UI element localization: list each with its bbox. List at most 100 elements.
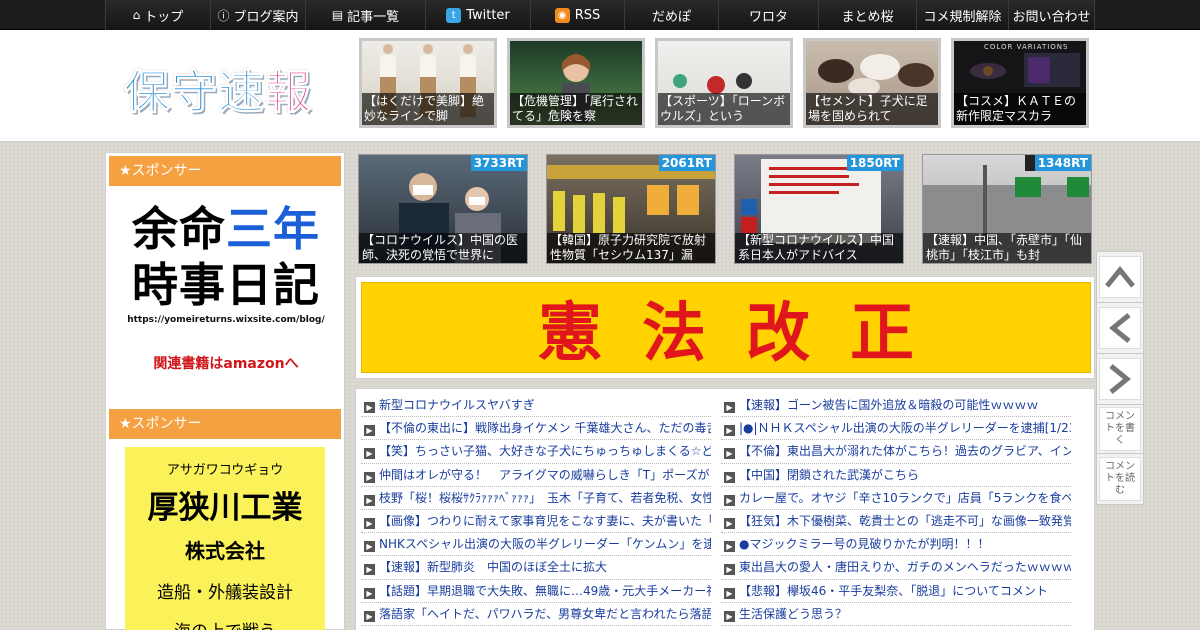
header-thumb-5[interactable]: COLOR VARIATIONS 【コスメ】ＫＡＴＥの新作限定マスカラ [951, 38, 1089, 128]
nav-item-4[interactable]: ◉ RSS [530, 0, 624, 30]
bullet-arrow-icon: ▶ [724, 564, 735, 576]
header-thumb-3[interactable]: 【スポーツ】「ローンボウルズ」という [655, 38, 793, 128]
header-thumb-1[interactable]: 【はくだけで美脚】絶妙なラインで脚 [359, 38, 497, 128]
thumb-caption: 【はくだけで美脚】絶妙なラインで脚 [362, 93, 494, 125]
headline-link[interactable]: ▶ 新型コロナウイルスヤバすぎ [361, 394, 711, 418]
ranking-caption: 【速報】中国、「赤壁市」「仙桃市」「枝江市」も封 [923, 233, 1091, 263]
headline-text: 【悲報】欅坂46・平手友梨奈、「脱退」についてコメント [739, 583, 1048, 598]
nav-item-3[interactable]: t Twitter [425, 0, 530, 30]
ad-tagline: 海の上で戦う [125, 617, 325, 630]
headline-text: NHKスペシャル出演の大阪の半グレリーダー「ケンムン」を逮 [379, 537, 711, 552]
headline-text: 【速報】新型肺炎 中国のほぼ全土に拡大 [379, 560, 608, 575]
headline-text: 落語家「ヘイトだ、パワハラだ、男尊女卑だと言われたら落語 [379, 606, 711, 621]
constitution-banner[interactable]: 憲法改正 [361, 282, 1091, 373]
prev-article-button[interactable] [1096, 302, 1144, 354]
write-comment-label: コメントを書く [1099, 407, 1141, 451]
bullet-arrow-icon: ▶ [364, 471, 375, 483]
read-comment-button[interactable]: コメントを読む [1096, 453, 1144, 505]
nav-item-0[interactable]: ⌂ トップ [105, 0, 210, 30]
ranking-card-1[interactable]: 3733RT 【コロナウイルス】中国の医師、決死の覚悟で世界に [358, 154, 528, 264]
header-thumb-4[interactable]: 【セメント】子犬に足場を固められて [803, 38, 941, 128]
write-comment-button[interactable]: コメントを書く [1096, 404, 1144, 454]
logo-char: 保 [124, 65, 171, 120]
next-article-button[interactable] [1096, 353, 1144, 405]
ad-kana: アサガワコウギョウ [166, 463, 284, 478]
nav-item-5[interactable]: だめぽ [624, 0, 718, 30]
headline-text: 新型コロナウイルスヤバすぎ [379, 398, 535, 412]
bullet-arrow-icon: ▶ [364, 425, 375, 437]
rt-count-badge: 1348RT [1034, 155, 1091, 171]
nav-label: お問い合わせ [1012, 9, 1091, 25]
thumb-caption: 【危機管理】「尾行されてる」危険を察 [510, 93, 642, 125]
headline-link[interactable]: ▶ 【悲報】欅坂46・平手友梨奈、「脱退」についてコメント [721, 580, 1071, 603]
bullet-arrow-icon: ▶ [364, 541, 375, 553]
header-thumb-2[interactable]: 【危機管理】「尾行されてる」危険を察 [507, 38, 645, 128]
bullet-arrow-icon: ▶ [724, 610, 735, 622]
logo-char: 守 [171, 65, 218, 120]
bullet-arrow-icon: ▶ [364, 402, 375, 413]
rt-count-badge: 1850RT [846, 155, 903, 171]
headline-text: 東出昌大の愛人・唐田えりか、ガチのメンヘラだったｗｗｗｗ [739, 560, 1071, 575]
headline-link[interactable]: ▶ 【速報】新型肺炎 中国のほぼ全土に拡大 [361, 556, 711, 580]
sidebar: ★スポンサー 余命三年 時事日記 https://yomeireturns.wi… [105, 152, 345, 630]
bullet-arrow-icon: ▶ [364, 564, 375, 576]
ranking-card-2[interactable]: 2061RT 【韓国】原子力研究院で放射性物質「セシウム137」漏 [546, 154, 716, 264]
nav-item-2[interactable]: ▤ 記事一覧 [305, 0, 425, 30]
nav-label: ワロタ [748, 9, 788, 25]
scroll-top-button[interactable] [1096, 251, 1144, 303]
headline-link[interactable]: ▶ ●マジックミラー号の見破りかたが判明！！！ [721, 533, 1071, 557]
ad-url: https://yomeireturns.wixsite.com/blog/ [127, 315, 325, 325]
headline-link[interactable]: ▶ 【画像】つわりに耐えて家事育児をこなす妻に、夫が書いた「 [361, 510, 711, 534]
nav-label: 記事一覧 [347, 9, 400, 25]
headline-text: 【不倫の東出に】戦隊出身イケメン 千葉雄大さん、ただの毒舌 [379, 421, 711, 436]
headline-link[interactable]: ▶ 【不倫の東出に】戦隊出身イケメン 千葉雄大さん、ただの毒舌 [361, 417, 711, 441]
headline-text: カレー屋で。オヤジ「辛さ10ランクで」店員「5ランクを食べ [739, 490, 1071, 505]
ad-title-line1: 余命三年 [132, 202, 320, 256]
headline-link[interactable]: ▶ 生活保護どう思う？ [721, 603, 1071, 626]
bullet-arrow-icon: ▶ [724, 471, 735, 483]
headline-column-left: ▶ 新型コロナウイルスヤバすぎ ▶ 【不倫の東出に】戦隊出身イケメン 千葉雄大さん、た… [361, 394, 711, 626]
ad-amazon-link[interactable]: 関連書籍はamazonへ [126, 353, 326, 373]
nav-item-7[interactable]: まとめ桜 [818, 0, 916, 30]
headline-link[interactable]: ▶ 落語家「ヘイトだ、パワハラだ、男尊女卑だと言われたら落語 [361, 603, 711, 626]
headline-link[interactable]: ▶ 【速報】ゴーン被告に国外追放＆暗殺の可能性ｗｗｗｗ [721, 394, 1071, 418]
nav-item-8[interactable]: コメ規制解除 [916, 0, 1008, 30]
sponsor-ad-yomei[interactable]: 余命三年 時事日記 https://yomeireturns.wixsite.c… [126, 201, 326, 381]
headline-link[interactable]: ▶ カレー屋で。オヤジ「辛さ10ランクで」店員「5ランクを食べ [721, 487, 1071, 510]
nav-item-6[interactable]: ワロタ [718, 0, 818, 30]
headline-text: 【画像】つわりに耐えて家事育児をこなす妻に、夫が書いた「 [379, 513, 711, 528]
headline-link[interactable]: ▶ 【狂気】木下優樹菜、乾貴士との「逃走不可」な画像一致発覚 [721, 510, 1071, 534]
headline-link[interactable]: ▶ 【不倫】東出昌大が溺れた体がこちら！過去のグラビア、イン [721, 440, 1071, 464]
nav-item-1[interactable]: ⓘ ブログ案内 [210, 0, 305, 30]
ranking-caption: 【コロナウイルス】中国の医師、決死の覚悟で世界に [359, 233, 527, 263]
headline-text: 【笑】ちっさい子猫、大好きな子犬にちゅっちゅしまくる☆ど [379, 444, 711, 459]
nav-item-9[interactable]: お問い合わせ [1008, 0, 1095, 30]
headline-link[interactable]: ▶ 【中国】閉鎖された武漢がこちら [721, 464, 1071, 487]
logo-char: 速 [218, 65, 265, 120]
nav-menu: ⌂ トップ ⓘ ブログ案内 ▤ 記事一覧 t Twitter ◉ RSS だめぽ ワロタ まとめ桜 コメ規… [105, 0, 1095, 30]
headline-text: 枝野「桜！桜桜ｻｸﾗｧｧｧﾍﾞｧｧｧ」 玉木「子育て、若者免税、女性 [379, 490, 711, 505]
headline-text: 生活保護どう思う？ [739, 606, 848, 621]
headline-link[interactable]: ▶ NHKスペシャル出演の大阪の半グレリーダー「ケンムン」を逮 [361, 533, 711, 557]
nav-label: ブログ案内 [233, 9, 299, 25]
headline-link[interactable]: ▶ 【話題】早期退職で大失敗、無職に…49歳・元大手メーカー社 [361, 580, 711, 603]
headline-link[interactable]: ▶ 仲間はオレが守る！ アライグマの威嚇らしき「T」ポーズが [361, 464, 711, 487]
headline-link[interactable]: ▶ |●|ＮＨＫスペシャル出演の大阪の半グレリーダーを逮捕[1/23] [721, 417, 1071, 441]
headline-link[interactable]: ▶ 【笑】ちっさい子猫、大好きな子犬にちゅっちゅしまくる☆ど [361, 440, 711, 464]
sponsor-ad-asagawa[interactable]: アサガワコウギョウ 厚狭川工業 株式会社 造船・外艤装設計 海の上で戦う [125, 447, 325, 630]
site-logo[interactable]: 保守速報 [124, 56, 312, 122]
logo-char: 報 [265, 65, 312, 120]
bullet-arrow-icon: ▶ [724, 448, 735, 460]
ad-business: 造船・外艤装設計 [157, 583, 293, 603]
headline-link[interactable]: ▶ 枝野「桜！桜桜ｻｸﾗｧｧｧﾍﾞｧｧｧ」 玉木「子育て、若者免税、女性 [361, 487, 711, 510]
ranking-card-4[interactable]: 1348RT 【速報】中国、「赤壁市」「仙桃市」「枝江市」も封 [922, 154, 1092, 264]
twitter-icon: t [446, 7, 462, 23]
ranking-card-3[interactable]: 1850RT 【新型コロナウイルス】中国系日本人がアドバイス [734, 154, 904, 264]
bullet-arrow-icon: ▶ [364, 517, 375, 529]
nav-label: Twitter [466, 7, 510, 23]
bullet-arrow-icon: ▶ [724, 494, 735, 506]
rt-count-badge: 3733RT [470, 155, 527, 171]
headline-link[interactable]: ▶ 東出昌大の愛人・唐田えりか、ガチのメンヘラだったｗｗｗｗ [721, 556, 1071, 580]
nav-label: コメ規制解除 [923, 9, 1002, 25]
sponsor-heading: ★スポンサー [109, 156, 341, 186]
